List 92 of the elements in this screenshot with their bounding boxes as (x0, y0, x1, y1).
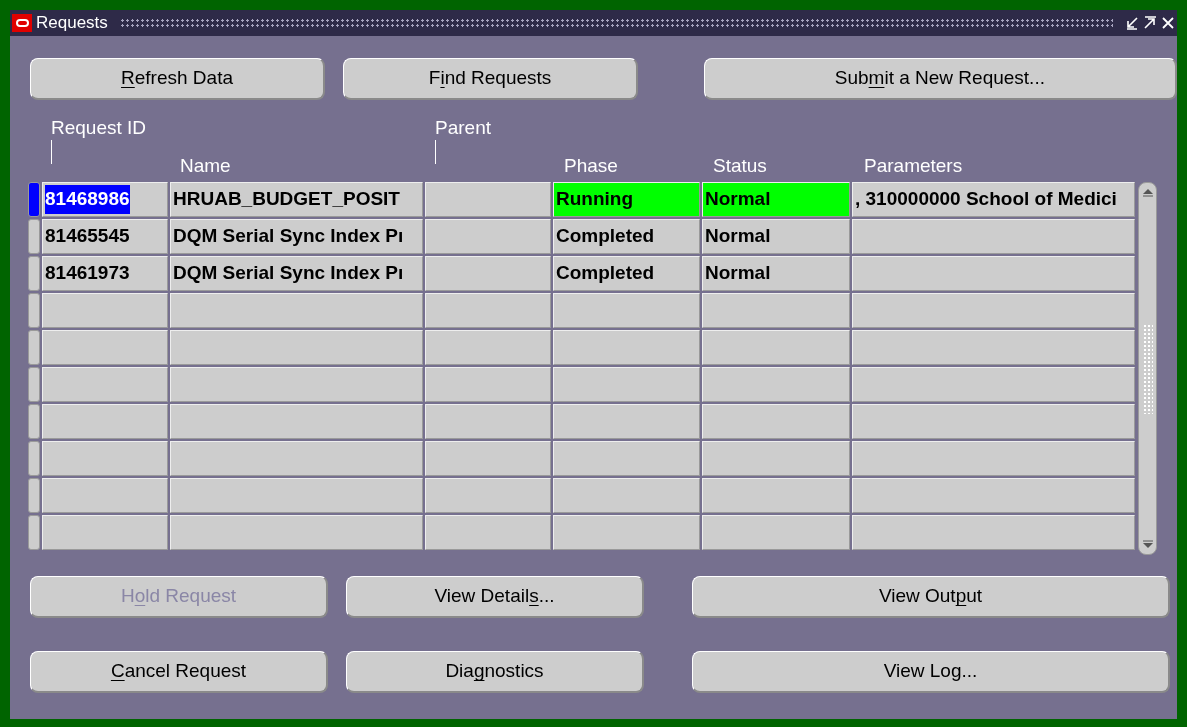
table-cell[interactable] (553, 367, 700, 402)
table-cell[interactable]: , 310000000 School of Medici (852, 182, 1135, 217)
table-cell[interactable] (852, 441, 1135, 476)
button[interactable]: Cancel Request (30, 651, 328, 693)
table-cell[interactable] (852, 404, 1135, 439)
table-cell[interactable] (170, 478, 423, 513)
table-cell[interactable] (852, 219, 1135, 254)
table-cell[interactable] (553, 515, 700, 550)
table-cell[interactable] (170, 441, 423, 476)
table-cell[interactable]: Completed (553, 219, 700, 254)
button[interactable]: View Details... (346, 576, 644, 618)
table-cell[interactable] (42, 404, 168, 439)
table-cell[interactable] (852, 478, 1135, 513)
table-cell[interactable] (425, 256, 551, 291)
table-cell[interactable] (42, 478, 168, 513)
table-cell[interactable] (702, 441, 850, 476)
table-cell[interactable]: Normal (702, 182, 850, 217)
row-indicator[interactable] (28, 256, 40, 291)
table-cell[interactable]: 81461973 (42, 256, 168, 291)
table-cell[interactable] (702, 515, 850, 550)
table-cell[interactable] (42, 441, 168, 476)
table-cell[interactable] (425, 478, 551, 513)
table-cell[interactable] (702, 404, 850, 439)
column-header: Status (713, 154, 767, 178)
table-cell[interactable] (425, 219, 551, 254)
table-cell[interactable] (553, 330, 700, 365)
table-cell[interactable] (425, 441, 551, 476)
app-logo-icon (12, 14, 32, 32)
table-cell[interactable]: DQM Serial Sync Index Pı (170, 219, 423, 254)
row-indicator[interactable] (28, 441, 40, 476)
table-cell[interactable] (170, 515, 423, 550)
table-cell[interactable]: Normal (702, 256, 850, 291)
table-cell[interactable] (852, 293, 1135, 328)
table-cell[interactable] (425, 404, 551, 439)
table-cell[interactable] (702, 478, 850, 513)
table-cell[interactable] (42, 330, 168, 365)
column-header: Name (180, 154, 231, 178)
table-cell[interactable] (425, 515, 551, 550)
table-cell[interactable] (702, 367, 850, 402)
table-cell[interactable] (42, 367, 168, 402)
button[interactable]: Submit a New Request... (703, 58, 1177, 100)
window-title: Requests (36, 12, 108, 35)
table-cell[interactable] (702, 330, 850, 365)
table-cell[interactable] (852, 515, 1135, 550)
column-header: Parent (435, 116, 491, 140)
row-indicator[interactable] (28, 515, 40, 550)
table-cell[interactable]: Completed (553, 256, 700, 291)
table-cell[interactable] (425, 182, 551, 217)
table-cell[interactable]: Normal (702, 219, 850, 254)
scroll-up-icon[interactable] (1141, 186, 1154, 198)
row-indicator[interactable] (28, 293, 40, 328)
table-cell[interactable] (42, 293, 168, 328)
table-cell[interactable] (425, 293, 551, 328)
row-indicator[interactable] (28, 330, 40, 365)
table-cell[interactable] (425, 367, 551, 402)
row-indicator[interactable] (28, 478, 40, 513)
row-indicator[interactable] (28, 219, 40, 254)
table-cell[interactable] (170, 293, 423, 328)
table-cell[interactable] (553, 293, 700, 328)
table-cell[interactable] (170, 330, 423, 365)
table-cell[interactable] (42, 515, 168, 550)
row-indicator[interactable] (28, 182, 40, 217)
minimize-icon[interactable] (1125, 16, 1139, 30)
table-cell[interactable] (553, 441, 700, 476)
button[interactable]: Refresh Data (30, 58, 326, 100)
table-cell[interactable] (425, 330, 551, 365)
table-cell[interactable] (553, 478, 700, 513)
column-header: Parameters (864, 154, 963, 178)
row-indicator[interactable] (28, 404, 40, 439)
table-cell[interactable] (852, 256, 1135, 291)
column-header: Phase (564, 154, 618, 178)
table-cell[interactable] (852, 367, 1135, 402)
maximize-icon[interactable] (1143, 16, 1157, 30)
table-cell[interactable] (702, 293, 850, 328)
scrollbar[interactable] (1138, 182, 1157, 555)
close-icon[interactable] (1161, 16, 1175, 30)
table-cell[interactable] (170, 367, 423, 402)
button[interactable]: View Log... (692, 651, 1170, 693)
table-cell[interactable] (170, 404, 423, 439)
table-cell[interactable]: HRUAB_BUDGET_POSIT (170, 182, 423, 217)
button[interactable]: Diagnostics (346, 651, 644, 693)
table-cell[interactable] (553, 404, 700, 439)
table-cell[interactable] (852, 330, 1135, 365)
table-cell[interactable]: Running (553, 182, 700, 217)
table-cell[interactable]: DQM Serial Sync Index Pı (170, 256, 423, 291)
button[interactable]: Find Requests (343, 58, 639, 100)
button[interactable]: View Output (692, 576, 1170, 618)
row-indicator[interactable] (28, 367, 40, 402)
table-cell[interactable]: 81468986 (42, 182, 168, 217)
column-header: Request ID (51, 116, 147, 140)
table-cell[interactable]: 81465545 (42, 219, 168, 254)
scroll-down-icon[interactable] (1141, 539, 1154, 551)
